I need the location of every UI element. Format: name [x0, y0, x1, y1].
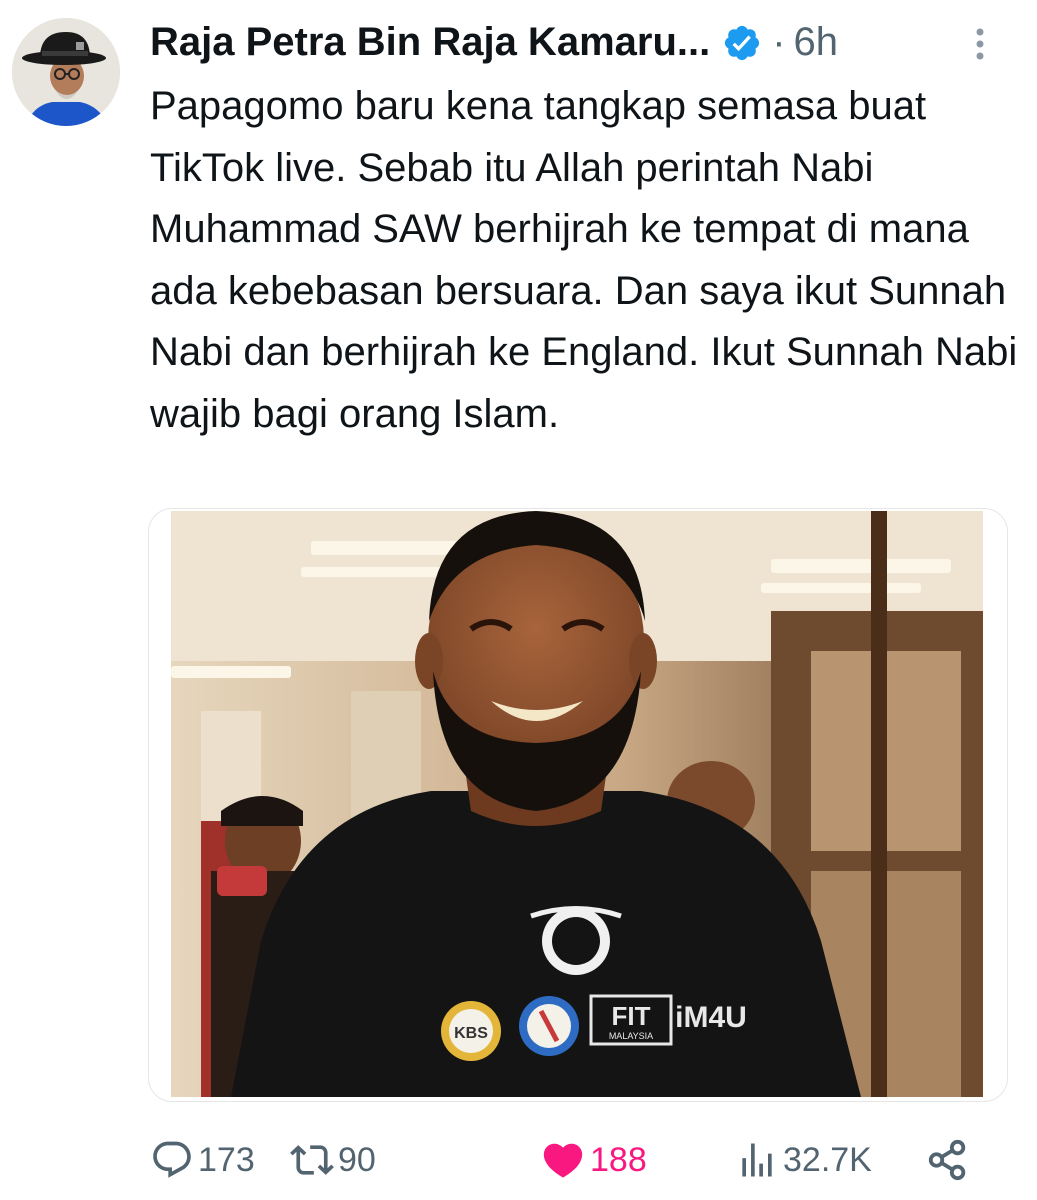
- share-icon: [928, 1139, 966, 1181]
- tweet-media[interactable]: KBS FIT MALAYSIA iM4U: [148, 508, 1008, 1102]
- avatar-image: [12, 18, 120, 126]
- like-count: 188: [590, 1140, 647, 1179]
- views-count: 32.7K: [783, 1140, 872, 1179]
- badge-fit-text: FIT: [612, 1001, 651, 1031]
- header-separator: ·: [772, 20, 786, 64]
- vertical-dots-icon: [976, 28, 984, 60]
- more-options-button[interactable]: [950, 20, 1010, 68]
- badge-im4u-text: iM4U: [675, 1001, 747, 1034]
- verified-badge-icon: [722, 22, 762, 62]
- retweet-icon: [290, 1145, 334, 1175]
- tweet-photo: KBS FIT MALAYSIA iM4U: [171, 511, 983, 1097]
- author-avatar[interactable]: [12, 18, 120, 126]
- badge-fit-subtext: MALAYSIA: [609, 1031, 653, 1041]
- heart-filled-icon: [543, 1143, 583, 1178]
- views-chart-icon: [742, 1143, 772, 1177]
- badge-kbs-text: KBS: [454, 1025, 488, 1042]
- author-display-name[interactable]: Raja Petra Bin Raja Kamaru...: [150, 14, 710, 70]
- retweet-count: 90: [338, 1140, 376, 1179]
- like-button[interactable]: 188: [540, 1130, 647, 1190]
- reply-icon: [153, 1141, 191, 1178]
- tweet-timestamp[interactable]: 6h: [794, 14, 839, 70]
- reply-count: 173: [198, 1140, 255, 1179]
- tweet: Raja Petra Bin Raja Kamaru... · 6h Papag…: [0, 0, 1037, 1200]
- reply-button[interactable]: 173: [150, 1130, 255, 1190]
- retweet-button[interactable]: 90: [290, 1130, 376, 1190]
- tweet-actions: 173 90 188 32.7K: [150, 1130, 980, 1190]
- tweet-text: Papagomo baru kena tangkap semasa buat T…: [150, 84, 1018, 436]
- share-button[interactable]: [925, 1130, 975, 1190]
- views-button[interactable]: 32.7K: [735, 1130, 872, 1190]
- tweet-header: Raja Petra Bin Raja Kamaru... · 6h: [150, 14, 1010, 70]
